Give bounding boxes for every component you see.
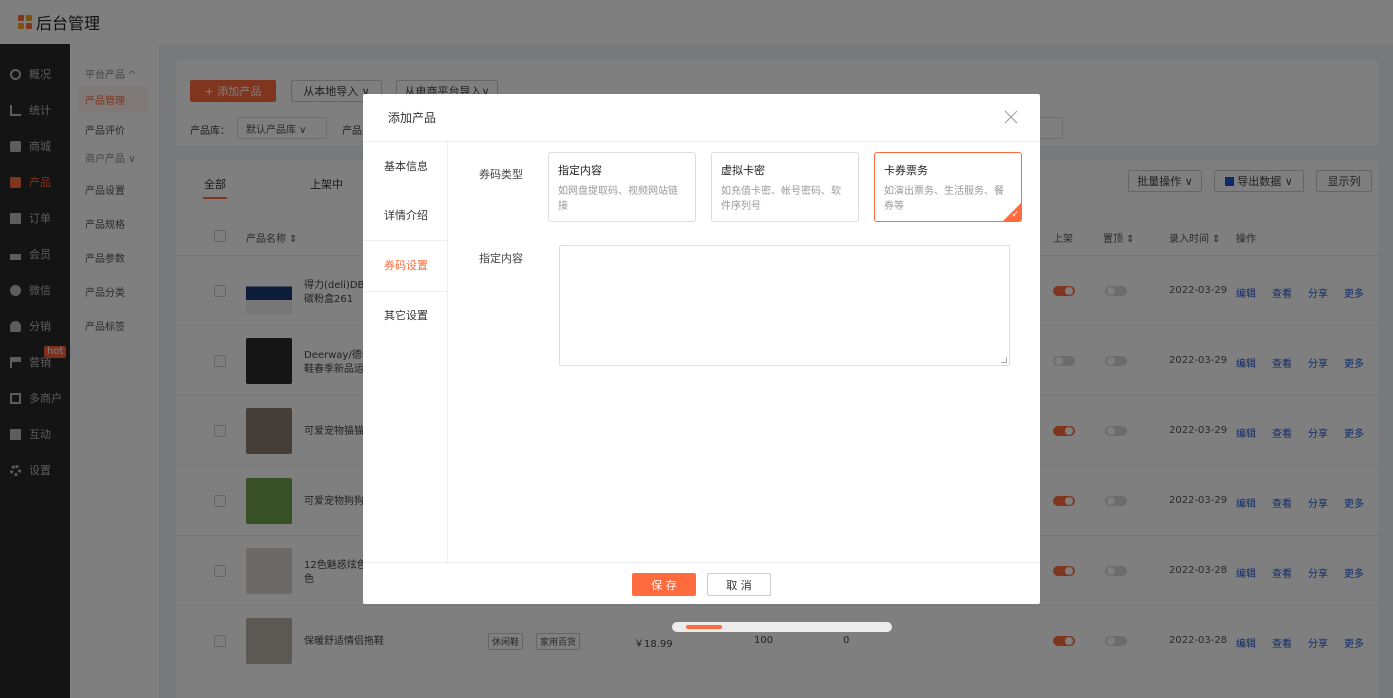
save-button[interactable]: 保 存 bbox=[632, 573, 696, 596]
dialog-footer: 保 存 取 消 bbox=[363, 562, 1040, 604]
type-card-ticket-service[interactable]: 卡券票务 如演出票务、生活服务、餐券等 ✓ bbox=[874, 152, 1022, 222]
content-label: 指定内容 bbox=[479, 252, 523, 265]
dialog-tab-other-settings[interactable]: 其它设置 bbox=[363, 290, 447, 340]
dialog-side-nav: 基本信息 详情介绍 券码设置 其它设置 bbox=[363, 142, 448, 562]
type-card-title: 指定内容 bbox=[558, 164, 602, 177]
content-textarea[interactable] bbox=[559, 245, 1010, 366]
type-card-desc: 如充值卡密、帐号密码、软件序列号 bbox=[721, 186, 841, 212]
type-card-virtual-card[interactable]: 虚拟卡密 如充值卡密、帐号密码、软件序列号 bbox=[711, 152, 859, 222]
dialog-title: 添加产品 bbox=[388, 111, 437, 125]
resize-handle-icon[interactable] bbox=[1001, 357, 1007, 363]
type-card-desc: 如网盘提取码、视频网站链接 bbox=[558, 186, 678, 212]
dialog-tab-coupon-settings[interactable]: 券码设置 bbox=[363, 240, 448, 292]
dialog-tab-basic-info[interactable]: 基本信息 bbox=[363, 142, 447, 190]
dialog-tab-detail[interactable]: 详情介绍 bbox=[363, 190, 447, 240]
horizontal-scrollbar[interactable] bbox=[672, 622, 892, 632]
type-card-desc: 如演出票务、生活服务、餐券等 bbox=[884, 186, 1004, 212]
close-icon[interactable] bbox=[1004, 110, 1018, 124]
type-card-title: 卡券票务 bbox=[884, 164, 928, 177]
dialog-header: 添加产品 bbox=[363, 94, 1040, 142]
coupon-type-label: 券码类型 bbox=[479, 168, 523, 181]
add-product-dialog: 添加产品 基本信息 详情介绍 券码设置 其它设置 券码类型 指定内容 如网盘提取… bbox=[363, 94, 1040, 604]
type-card-specified-content[interactable]: 指定内容 如网盘提取码、视频网站链接 bbox=[548, 152, 696, 222]
scrollbar-thumb[interactable] bbox=[686, 625, 722, 629]
cancel-button[interactable]: 取 消 bbox=[707, 573, 771, 596]
check-icon: ✓ bbox=[1011, 210, 1019, 220]
type-card-title: 虚拟卡密 bbox=[721, 164, 765, 177]
